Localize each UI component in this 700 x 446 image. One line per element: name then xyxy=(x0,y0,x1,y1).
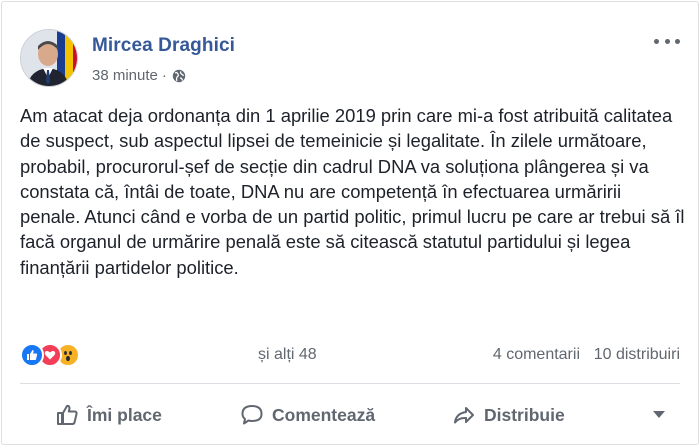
share-label: Distribuie xyxy=(484,404,565,425)
avatar[interactable] xyxy=(20,29,78,87)
comment-label: Comentează xyxy=(272,404,376,425)
reactions-count[interactable]: și alți 48 xyxy=(258,346,317,364)
like-icon xyxy=(20,343,44,367)
like-label: Îmi place xyxy=(87,404,162,425)
shares-count[interactable]: 10 distribuiri xyxy=(594,346,680,364)
meta-separator: · xyxy=(161,67,167,84)
globe-icon[interactable] xyxy=(172,69,186,83)
profile-photo xyxy=(21,30,77,86)
more-options-icon[interactable] xyxy=(654,34,680,48)
comments-count[interactable]: 4 comentarii xyxy=(493,346,580,364)
like-button[interactable]: Îmi place xyxy=(55,394,162,436)
divider xyxy=(20,383,680,384)
action-bar: Îmi place Comentează Distribuie xyxy=(20,394,680,436)
comment-bubble-icon xyxy=(241,405,263,425)
share-arrow-icon xyxy=(454,407,474,424)
post-meta: 38 minute · xyxy=(92,67,186,84)
chevron-down-icon[interactable] xyxy=(652,410,666,420)
post-text: Am atacat deja ordonanța din 1 aprilie 2… xyxy=(20,105,685,278)
author-name[interactable]: Mircea Draghici xyxy=(92,35,235,57)
thumbs-up-icon xyxy=(57,404,78,425)
post-card: Mircea Draghici 38 minute · Am atacat de… xyxy=(1,1,699,445)
comment-button[interactable]: Comentează xyxy=(240,394,375,436)
share-button[interactable]: Distribuie xyxy=(452,394,565,436)
post-stats: și alți 48 4 comentarii 10 distribuiri xyxy=(20,343,680,369)
post-header: Mircea Draghici 38 minute · xyxy=(20,26,680,90)
reaction-icons[interactable] xyxy=(20,343,80,369)
post-timestamp[interactable]: 38 minute xyxy=(92,67,158,84)
